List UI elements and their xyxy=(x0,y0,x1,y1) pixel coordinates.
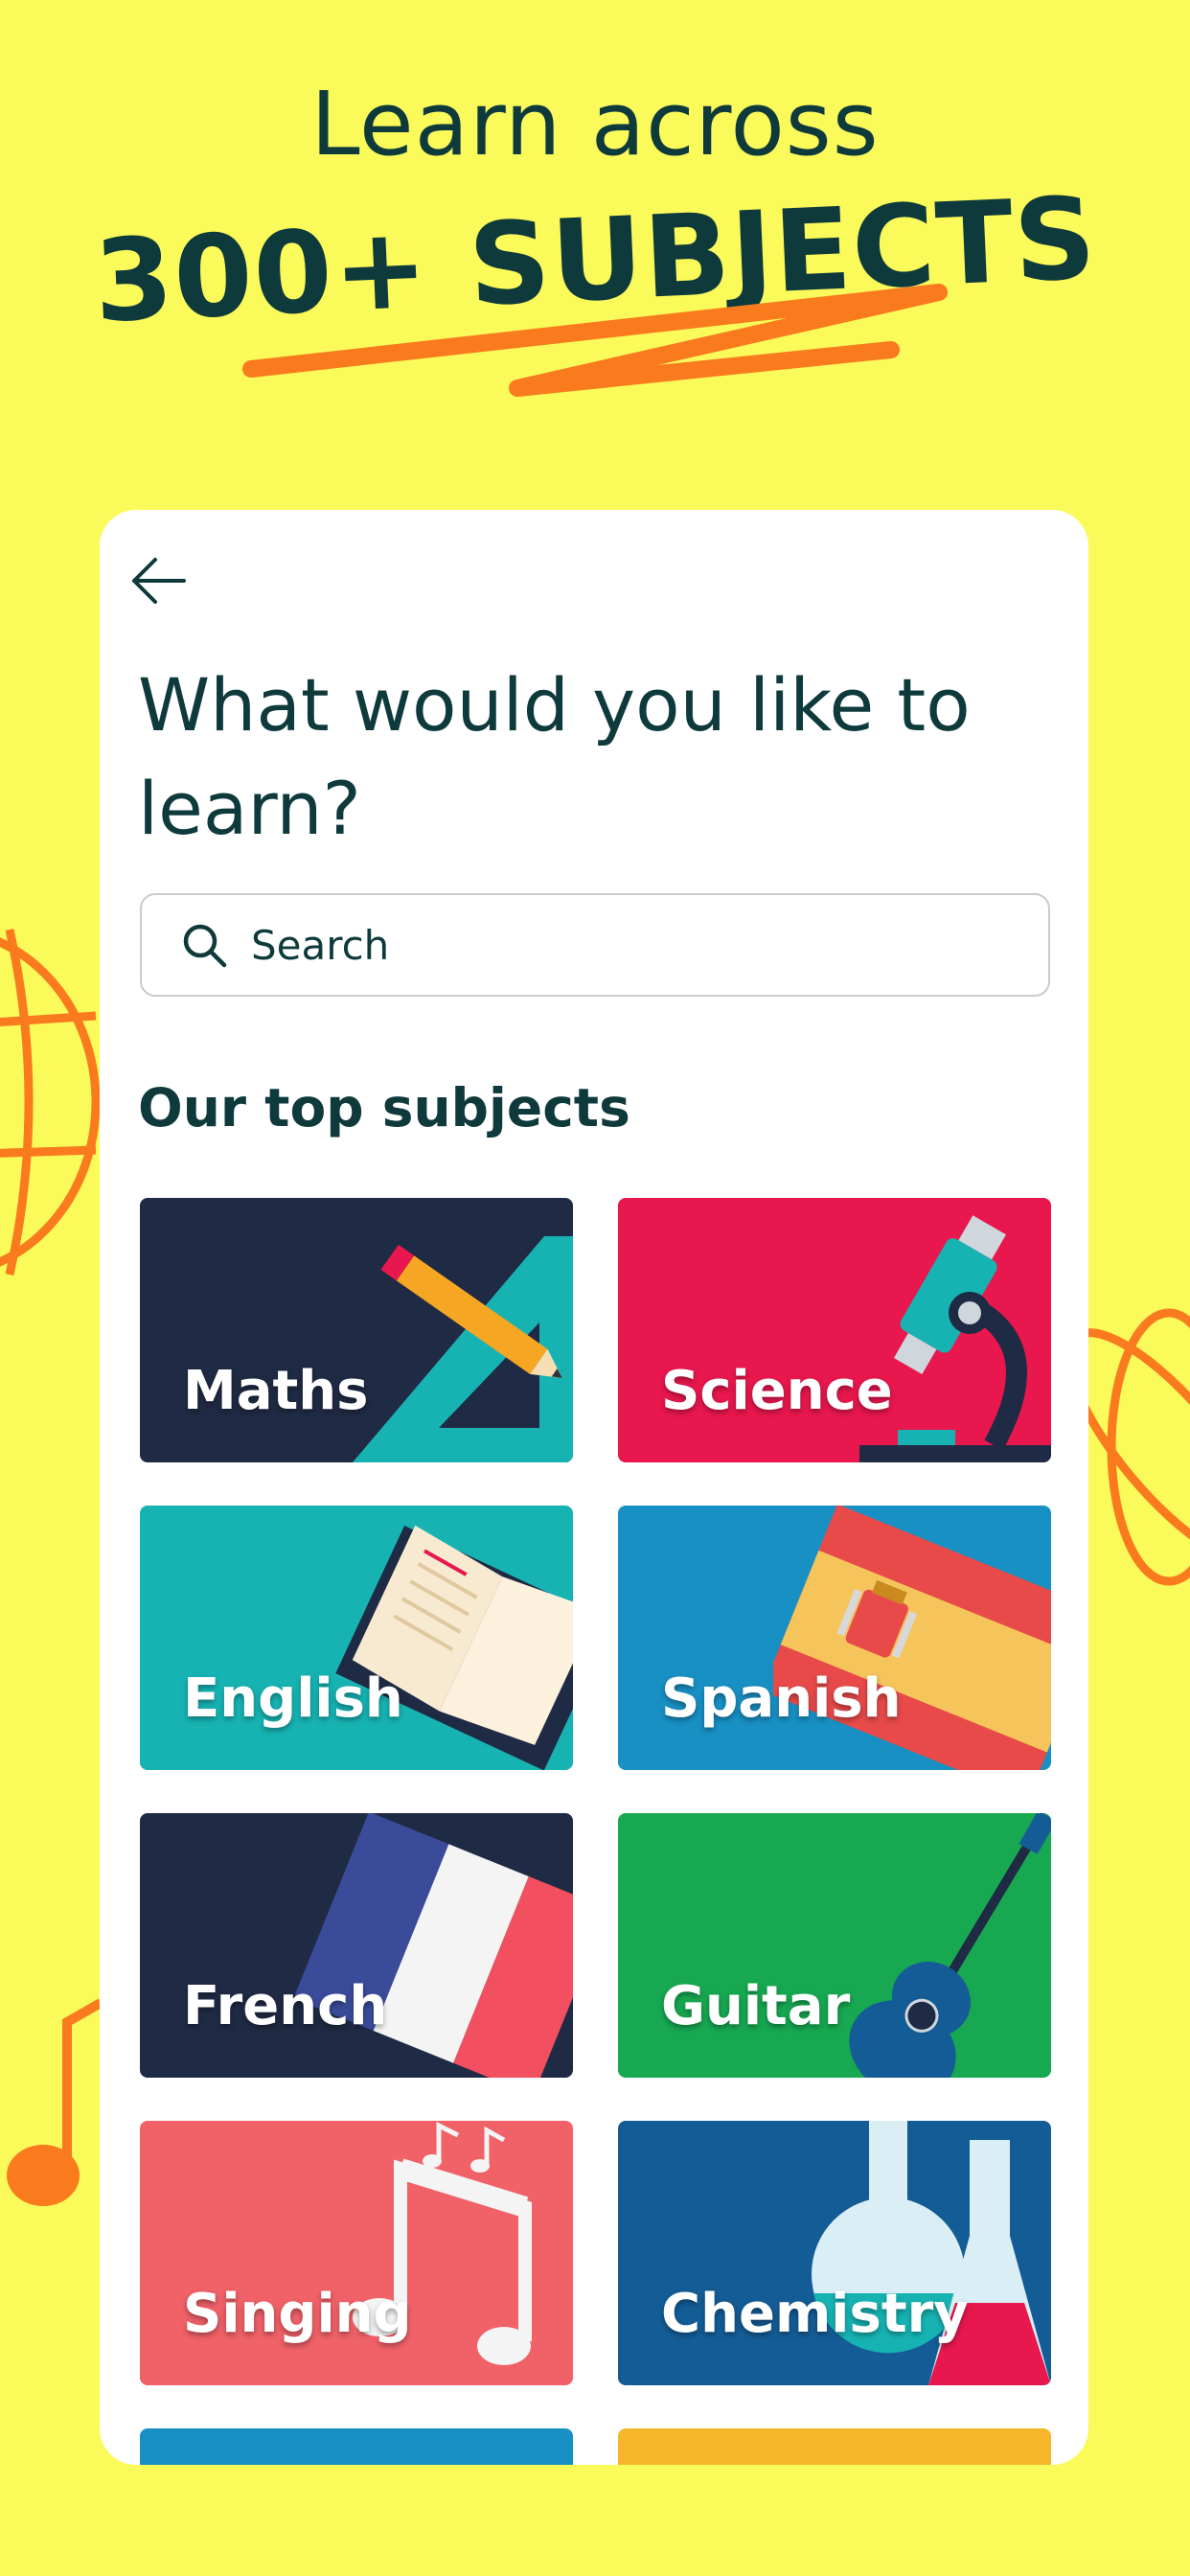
search-icon xyxy=(183,924,227,968)
subject-label: Science xyxy=(661,1360,893,1422)
spain-flag-icon xyxy=(773,1506,1051,1770)
subject-label: Spanish xyxy=(661,1668,902,1730)
subject-tile-chemistry[interactable]: Chemistry xyxy=(618,2121,1051,2385)
app-screen-card: What would you like to learn? Our top su… xyxy=(100,510,1088,2465)
subject-tile-partial-right[interactable] xyxy=(618,2428,1051,2465)
globe-doodle-icon xyxy=(0,929,101,1276)
music-notes-icon xyxy=(353,2121,532,2365)
subject-tile-singing[interactable]: Singing xyxy=(140,2121,573,2385)
france-flag-icon xyxy=(295,1813,573,2078)
subject-tile-guitar[interactable]: Guitar xyxy=(618,1813,1051,2078)
music-note-doodle-icon xyxy=(7,1998,103,2206)
back-arrow-icon xyxy=(132,558,186,604)
back-button[interactable] xyxy=(126,548,192,613)
subject-tile-french[interactable]: French xyxy=(140,1813,573,2078)
subject-tile-spanish[interactable]: Spanish xyxy=(618,1506,1051,1770)
subject-tile-maths[interactable]: Maths xyxy=(140,1198,573,1462)
pencil-ruler-icon xyxy=(353,1236,573,1462)
subject-label: Chemistry xyxy=(661,2283,969,2345)
subject-label: Guitar xyxy=(661,1975,851,2037)
page-title: What would you like to learn? xyxy=(138,662,971,851)
promo-line-1: Learn across xyxy=(310,73,880,175)
underline-scribble-icon xyxy=(242,284,948,397)
guitar-icon xyxy=(849,1813,1051,2078)
subject-tile-partial-left[interactable] xyxy=(140,2428,573,2465)
subject-tile-science[interactable]: Science xyxy=(618,1198,1051,1462)
open-book-icon xyxy=(335,1525,573,1770)
flask-icon xyxy=(812,2121,1051,2385)
subject-label: Singing xyxy=(183,2283,412,2345)
subject-label: Maths xyxy=(183,1360,369,1422)
subject-tile-english[interactable]: English xyxy=(140,1506,573,1770)
subject-label: English xyxy=(183,1668,403,1730)
search-box[interactable] xyxy=(140,893,1050,997)
search-input[interactable] xyxy=(249,920,1048,970)
microscope-icon xyxy=(859,1215,1051,1462)
subject-label: French xyxy=(183,1975,388,2037)
section-title: Our top subjects xyxy=(138,1077,630,1138)
atom-doodle-icon xyxy=(1083,1308,1190,1586)
